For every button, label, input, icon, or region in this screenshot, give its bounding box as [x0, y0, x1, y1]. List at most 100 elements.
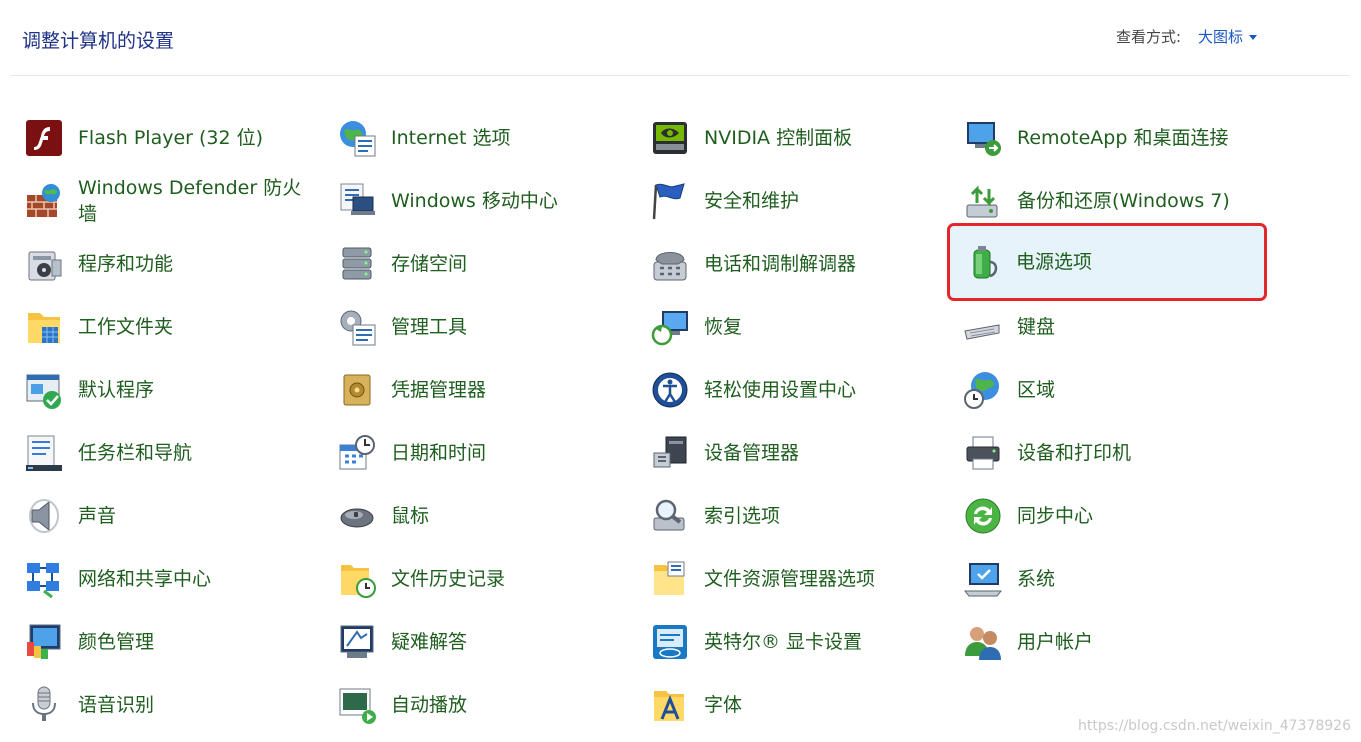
control-panel-item-label: 疑难解答	[391, 631, 468, 653]
phone-icon	[648, 242, 692, 286]
intel-graphics-icon	[648, 620, 692, 664]
control-panel-item[interactable]: NVIDIA 控制面板	[638, 110, 938, 166]
control-panel-item[interactable]: 工作文件夹	[12, 299, 312, 355]
control-panel-item[interactable]: RemoteApp 和桌面连接	[951, 110, 1251, 166]
control-panel-item-label: 网络和共享中心	[78, 568, 212, 590]
sound-icon	[22, 494, 66, 538]
control-panel-item-label: 存储空间	[391, 253, 468, 275]
recovery-icon	[648, 305, 692, 349]
control-panel-item[interactable]: 鼠标	[325, 488, 625, 544]
control-panel-item[interactable]: 电源选项	[947, 223, 1267, 301]
control-panel-item-label: 安全和维护	[704, 190, 800, 212]
view-by-value: 大图标	[1198, 28, 1244, 46]
control-panel-item[interactable]: Windows 移动中心	[325, 173, 625, 229]
control-panel-item[interactable]: 设备和打印机	[951, 425, 1251, 481]
control-panel-item[interactable]: 安全和维护	[638, 173, 938, 229]
storage-icon	[335, 242, 379, 286]
fonts-icon	[648, 683, 692, 727]
control-panel-item-label: 声音	[78, 505, 117, 527]
control-panel-item[interactable]: 恢复	[638, 299, 938, 355]
device-manager-icon	[648, 431, 692, 475]
control-panel-item-label: 程序和功能	[78, 253, 174, 275]
user-accounts-icon	[961, 620, 1005, 664]
troubleshoot-icon	[335, 620, 379, 664]
control-panel-item-label: Windows Defender 防火墙	[78, 177, 302, 225]
control-panel-item-label: 鼠标	[391, 505, 430, 527]
control-panel-item[interactable]: 同步中心	[951, 488, 1251, 544]
control-panel-item-label: 凭据管理器	[391, 379, 487, 401]
control-panel-item[interactable]: 程序和功能	[12, 236, 312, 292]
control-panel-item[interactable]: 文件资源管理器选项	[638, 551, 938, 607]
control-panel-item[interactable]: 语音识别	[12, 677, 312, 733]
system-icon	[961, 557, 1005, 601]
page-title: 调整计算机的设置	[22, 30, 175, 52]
printer-icon	[961, 431, 1005, 475]
admin-tools-icon	[335, 305, 379, 349]
control-panel-item-label: 键盘	[1017, 316, 1056, 338]
control-panel-item[interactable]: 自动播放	[325, 677, 625, 733]
control-panel-item[interactable]: 轻松使用设置中心	[638, 362, 938, 418]
date-time-icon	[335, 431, 379, 475]
color-management-icon	[22, 620, 66, 664]
control-panel-item[interactable]: 英特尔® 显卡设置	[638, 614, 938, 670]
autoplay-icon	[335, 683, 379, 727]
control-panel-item-label: 恢复	[704, 316, 743, 338]
control-panel-item[interactable]: 网络和共享中心	[12, 551, 312, 607]
control-panel-item[interactable]: 默认程序	[12, 362, 312, 418]
nvidia-icon	[648, 116, 692, 160]
programs-icon	[22, 242, 66, 286]
header: 调整计算机的设置 查看方式: 大图标	[0, 0, 1361, 76]
default-programs-icon	[22, 368, 66, 412]
control-panel-item[interactable]: Internet 选项	[325, 110, 625, 166]
control-panel-item[interactable]: Flash Player (32 位)	[12, 110, 312, 166]
control-panel-item-label: 颜色管理	[78, 631, 155, 653]
control-panel-item-label: Flash Player (32 位)	[78, 127, 264, 149]
control-panel-item-label: 管理工具	[391, 316, 468, 338]
control-panel-item-label: 文件资源管理器选项	[704, 568, 876, 590]
control-panel-item[interactable]: 管理工具	[325, 299, 625, 355]
control-panel-item[interactable]: 声音	[12, 488, 312, 544]
control-panel-item[interactable]: 疑难解答	[325, 614, 625, 670]
power-icon	[960, 240, 1004, 284]
control-panel-item[interactable]: 设备管理器	[638, 425, 938, 481]
control-panel-item[interactable]: 日期和时间	[325, 425, 625, 481]
control-panel-item[interactable]: 文件历史记录	[325, 551, 625, 607]
control-panel-item[interactable]: 颜色管理	[12, 614, 312, 670]
view-by-label: 查看方式:	[1116, 28, 1182, 46]
control-panel-item-label: NVIDIA 控制面板	[704, 127, 853, 149]
control-panel-item[interactable]: 备份和还原(Windows 7)	[951, 173, 1251, 229]
control-panel-item-label: Windows 移动中心	[391, 190, 558, 212]
control-panel-item-label: 索引选项	[704, 505, 781, 527]
control-panel-item-label: 工作文件夹	[78, 316, 174, 338]
view-by-dropdown[interactable]: 大图标	[1198, 26, 1258, 47]
control-panel-item[interactable]: 凭据管理器	[325, 362, 625, 418]
work-folders-icon	[22, 305, 66, 349]
control-panel-item-label: 区域	[1017, 379, 1056, 401]
explorer-options-icon	[648, 557, 692, 601]
control-panel-item-label: 默认程序	[78, 379, 155, 401]
control-panel-item-label: RemoteApp 和桌面连接	[1017, 127, 1229, 149]
control-panel-item-label: 文件历史记录	[391, 568, 506, 590]
control-panel-item[interactable]: 字体	[638, 677, 938, 733]
control-panel-item[interactable]: 区域	[951, 362, 1251, 418]
control-panel-item[interactable]: 存储空间	[325, 236, 625, 292]
taskbar-icon	[22, 431, 66, 475]
backup-icon	[961, 179, 1005, 223]
control-panel-item[interactable]: 索引选项	[638, 488, 938, 544]
control-panel-item[interactable]: Windows Defender 防火墙	[12, 173, 312, 229]
keyboard-icon	[961, 305, 1005, 349]
control-panel-item[interactable]: 任务栏和导航	[12, 425, 312, 481]
control-panel-item-label: 轻松使用设置中心	[704, 379, 857, 401]
control-panel-items: Flash Player (32 位) Windows Defender 防火墙程…	[12, 106, 1342, 738]
control-panel-item-label: 电话和调制解调器	[704, 253, 857, 275]
control-panel-item-label: 备份和还原(Windows 7)	[1017, 190, 1230, 212]
control-panel-item[interactable]: 电话和调制解调器	[638, 236, 938, 292]
control-panel-page: 调整计算机的设置 查看方式: 大图标 Flash Player (32 位) Wi…	[0, 0, 1361, 742]
control-panel-item-label: 语音识别	[78, 694, 155, 716]
control-panel-item[interactable]: 系统	[951, 551, 1251, 607]
control-panel-item[interactable]: 键盘	[951, 299, 1251, 355]
control-panel-item-label: 设备和打印机	[1017, 442, 1132, 464]
control-panel-item-label: 电源选项	[1016, 251, 1093, 273]
control-panel-item[interactable]: 用户帐户	[951, 614, 1251, 670]
control-panel-item-label: 字体	[704, 694, 743, 716]
